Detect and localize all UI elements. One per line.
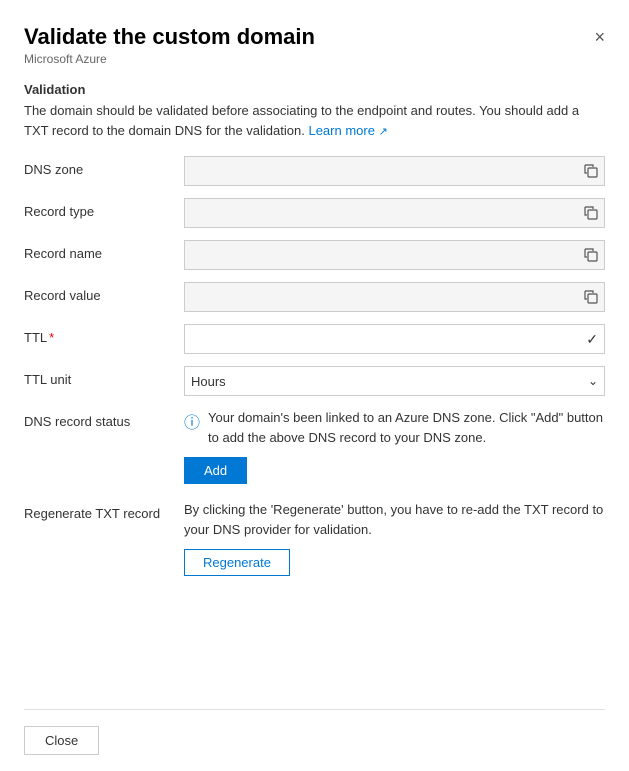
record-value-row: Record value xyxy=(24,282,605,312)
dns-record-status-control: ⓘ Your domain's been linked to an Azure … xyxy=(184,408,605,484)
record-name-input[interactable]: _dnsauth.contoso.fabrikam.com xyxy=(191,248,584,263)
ttl-unit-row: TTL unit Seconds Minutes Hours Days ⌄ xyxy=(24,366,605,396)
info-icon: ⓘ xyxy=(184,409,200,433)
record-value-control xyxy=(184,282,605,312)
record-value-input-wrapper xyxy=(184,282,605,312)
regenerate-control: By clicking the 'Regenerate' button, you… xyxy=(184,500,605,576)
record-type-copy-button[interactable] xyxy=(584,206,598,220)
ttl-unit-select[interactable]: Seconds Minutes Hours Days xyxy=(191,374,588,389)
ttl-label: TTL* xyxy=(24,324,184,345)
dns-zone-input[interactable] xyxy=(191,164,584,179)
record-value-input[interactable] xyxy=(191,290,584,305)
record-name-row: Record name _dnsauth.contoso.fabrikam.co… xyxy=(24,240,605,270)
ttl-unit-label: TTL unit xyxy=(24,366,184,387)
ttl-input-wrapper: 1 ✓ xyxy=(184,324,605,354)
dns-zone-label: DNS zone xyxy=(24,156,184,177)
dns-zone-control xyxy=(184,156,605,186)
dns-record-status-label: DNS record status xyxy=(24,408,184,429)
regenerate-button[interactable]: Regenerate xyxy=(184,549,290,576)
record-name-input-wrapper: _dnsauth.contoso.fabrikam.com xyxy=(184,240,605,270)
required-star: * xyxy=(49,330,54,345)
record-value-label: Record value xyxy=(24,282,184,303)
dns-status-info-text: Your domain's been linked to an Azure DN… xyxy=(208,408,605,447)
ttl-control: 1 ✓ xyxy=(184,324,605,354)
regenerate-description: By clicking the 'Regenerate' button, you… xyxy=(184,500,605,539)
add-button[interactable]: Add xyxy=(184,457,247,484)
learn-more-link[interactable]: Learn more xyxy=(308,123,374,138)
chevron-down-icon: ⌄ xyxy=(588,374,598,388)
dialog-header: Validate the custom domain × xyxy=(24,24,605,50)
ttl-row: TTL* 1 ✓ xyxy=(24,324,605,354)
ttl-unit-control: Seconds Minutes Hours Days ⌄ xyxy=(184,366,605,396)
dialog-subtitle: Microsoft Azure xyxy=(24,52,605,66)
ttl-checkmark-icon: ✓ xyxy=(586,331,598,348)
ttl-input[interactable]: 1 xyxy=(191,332,231,347)
regenerate-row: Regenerate TXT record By clicking the 'R… xyxy=(24,500,605,576)
external-link-icon: ↗ xyxy=(379,126,388,138)
close-footer-button[interactable]: Close xyxy=(24,726,99,755)
dns-zone-copy-button[interactable] xyxy=(584,164,598,178)
dns-zone-row: DNS zone xyxy=(24,156,605,186)
validate-domain-dialog: Validate the custom domain × Microsoft A… xyxy=(0,0,629,771)
dns-zone-input-wrapper xyxy=(184,156,605,186)
record-name-control: _dnsauth.contoso.fabrikam.com xyxy=(184,240,605,270)
dialog-footer: Close xyxy=(24,709,605,771)
record-type-control: TXT xyxy=(184,198,605,228)
dialog-close-button[interactable]: × xyxy=(594,28,605,46)
record-type-input[interactable]: TXT xyxy=(191,206,584,221)
record-name-label: Record name xyxy=(24,240,184,261)
validation-section-title: Validation xyxy=(24,82,605,97)
validation-description: The domain should be validated before as… xyxy=(24,101,605,140)
dns-record-status-row: DNS record status ⓘ Your domain's been l… xyxy=(24,408,605,484)
description-text: The domain should be validated before as… xyxy=(24,103,579,138)
record-type-label: Record type xyxy=(24,198,184,219)
dns-status-info-box: ⓘ Your domain's been linked to an Azure … xyxy=(184,408,605,447)
content-area: Validation The domain should be validate… xyxy=(24,82,605,709)
ttl-unit-select-wrapper: Seconds Minutes Hours Days ⌄ xyxy=(184,366,605,396)
dialog-title: Validate the custom domain xyxy=(24,24,315,50)
record-name-copy-button[interactable] xyxy=(584,248,598,262)
regenerate-label: Regenerate TXT record xyxy=(24,500,184,521)
record-value-copy-button[interactable] xyxy=(584,290,598,304)
record-type-row: Record type TXT xyxy=(24,198,605,228)
record-type-input-wrapper: TXT xyxy=(184,198,605,228)
